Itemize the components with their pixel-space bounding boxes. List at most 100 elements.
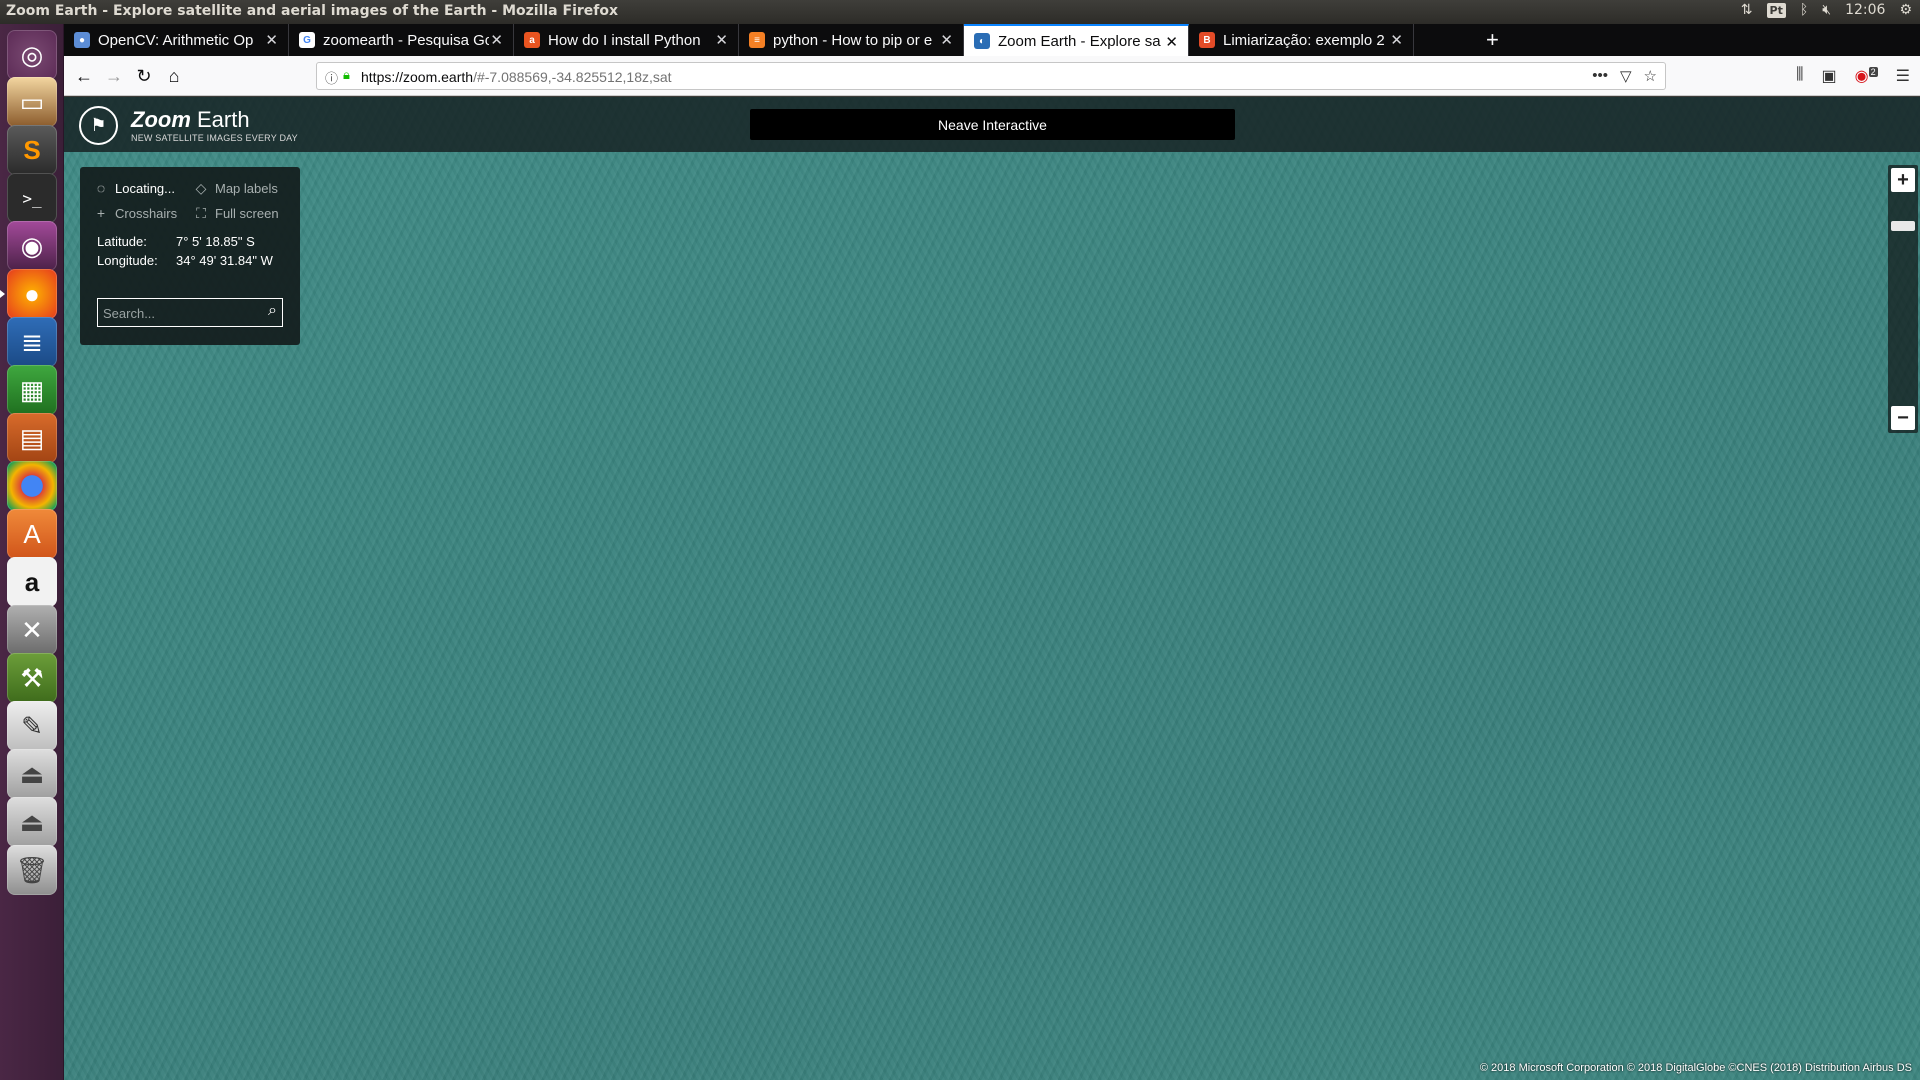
url-path: /#-7.088569,-34.825512,18z,sat <box>473 69 672 85</box>
tab-label: python - How to pip or e <box>773 31 933 49</box>
tab-stackoverflow[interactable]: ≡ python - How to pip or e ✕ <box>739 24 964 56</box>
sponsor-banner[interactable]: Neave Interactive <box>750 109 1235 140</box>
new-tab-plus-icon[interactable]: + <box>1486 27 1499 53</box>
tab-askubuntu[interactable]: a How do I install Python ✕ <box>514 24 739 56</box>
close-tab-icon[interactable]: ✕ <box>940 31 953 49</box>
askubuntu-icon: a <box>524 32 540 48</box>
latitude-label: Latitude: <box>97 234 147 249</box>
volume-muted-icon[interactable]: 🔇︎ <box>1822 2 1831 18</box>
tab-label: How do I install Python <box>548 31 701 49</box>
sidebar-icon[interactable]: ▣ <box>1822 66 1837 86</box>
search-icon[interactable]: ⌕ <box>268 302 277 320</box>
back-arrow-icon[interactable]: ← <box>72 64 96 88</box>
system-settings-icon[interactable]: ✕ <box>7 605 57 655</box>
navigation-toolbar: ← → ↻ ⌂ ⓘ 🔒︎ https://zoom.earth/#-7.0885… <box>64 56 1920 96</box>
search-input[interactable] <box>103 304 253 322</box>
app-launcher: ◎ ▭ S >_ ◉ ● ≣ ▦ ▤ A a ✕ ⚒ ✎ ⏏ ⏏ 🗑︎ <box>0 24 64 1080</box>
brand-italic: Zoom <box>131 107 191 132</box>
locate-button[interactable]: ◌ Locating... <box>93 180 175 196</box>
bookmark-star-icon[interactable]: ☆ <box>1644 67 1657 85</box>
url-text[interactable]: https://zoom.earth/#-7.088569,-34.825512… <box>361 69 672 85</box>
crosshairs-label: Crosshairs <box>115 205 178 221</box>
brand-rest: Earth <box>190 107 250 132</box>
writer-icon[interactable]: ≣ <box>7 317 57 367</box>
full-screen-label: Full screen <box>215 206 279 221</box>
tab-zoom-earth[interactable]: ◐ Zoom Earth - Explore sa ✕ <box>964 24 1189 56</box>
clock[interactable]: 12:06 <box>1845 2 1885 18</box>
extension-icon[interactable]: ◉ 2 <box>1855 66 1878 86</box>
close-tab-icon[interactable]: ✕ <box>490 31 503 49</box>
firefox-icon[interactable]: ● <box>0 269 57 319</box>
webcam-app-icon[interactable]: ◉ <box>7 221 57 271</box>
disk-drive-icon[interactable]: ⏏ <box>7 749 57 799</box>
tab-label: OpenCV: Arithmetic Op <box>98 31 254 49</box>
site-name[interactable]: Zoom Earth <box>131 107 250 133</box>
zoom-control: + − <box>1888 165 1918 433</box>
zoom-out-button[interactable]: − <box>1891 406 1915 430</box>
forward-arrow-icon[interactable]: → <box>102 64 126 88</box>
full-screen-button[interactable]: ⛶ Full screen <box>193 205 279 222</box>
map-control-panel: ◌ Locating... ◇ Map labels + Crosshairs … <box>80 167 300 345</box>
locate-label: Locating... <box>115 180 175 196</box>
page-actions-menu-icon[interactable]: ••• <box>1592 67 1608 85</box>
calc-icon[interactable]: ▦ <box>7 365 57 415</box>
expand-icon: ⛶ <box>196 205 206 221</box>
crosshairs-toggle[interactable]: + Crosshairs <box>93 205 177 221</box>
map-labels-label: Map labels <box>215 181 278 196</box>
hamburger-menu-icon[interactable]: ☰ <box>1896 66 1910 86</box>
dash-home-icon[interactable]: ◎ <box>7 30 57 80</box>
notification-badge: 2 <box>1868 66 1878 77</box>
chrome-icon[interactable] <box>7 461 57 511</box>
software-center-icon[interactable]: A <box>7 509 57 559</box>
amazon-icon[interactable]: a <box>7 557 57 607</box>
site-tagline: NEW SATELLITE IMAGES EVERY DAY <box>131 133 298 143</box>
pocket-icon[interactable]: ▽ <box>1620 67 1632 85</box>
search-box: ⌕ <box>97 298 283 327</box>
home-icon[interactable]: ⌂ <box>162 64 186 88</box>
tab-label: Limiarização: exemplo 2 <box>1223 31 1385 49</box>
info-icon[interactable]: ⓘ <box>325 68 338 87</box>
keyboard-layout-indicator[interactable]: Pt <box>1766 2 1786 18</box>
map-labels-toggle[interactable]: ◇ Map labels <box>193 180 278 197</box>
window-title: Zoom Earth - Explore satellite and aeria… <box>6 3 619 19</box>
close-tab-icon[interactable]: ✕ <box>715 31 728 49</box>
blogger-icon: B <box>1199 32 1215 48</box>
zoom-earth-map[interactable]: ⚑ Zoom Earth NEW SATELLITE IMAGES EVERY … <box>64 97 1920 1080</box>
impress-icon[interactable]: ▤ <box>7 413 57 463</box>
trash-icon[interactable]: 🗑︎ <box>7 845 57 895</box>
tab-bar: ● OpenCV: Arithmetic Op ✕ G zoomearth - … <box>64 24 1920 56</box>
library-icon[interactable]: ⫼ <box>1796 66 1803 86</box>
bluetooth-icon[interactable]: ᛒ <box>1800 2 1808 18</box>
android-studio-icon[interactable]: ⚒ <box>7 653 57 703</box>
url-host: https://zoom.earth <box>361 69 474 85</box>
close-tab-icon[interactable]: ✕ <box>1390 31 1403 49</box>
zoom-earth-logo-flag-icon[interactable]: ⚑ <box>79 106 118 145</box>
tag-icon: ◇ <box>195 180 207 196</box>
longitude-value: 34° 49' 31.84" W <box>176 253 273 268</box>
zoom-slider-handle[interactable] <box>1891 221 1915 231</box>
stackoverflow-icon: ≡ <box>749 32 765 48</box>
locating-spinner-icon: ◌ <box>96 180 106 196</box>
crosshairs-icon: + <box>96 205 106 221</box>
text-editor-icon[interactable]: ✎ <box>7 701 57 751</box>
close-tab-icon[interactable]: ✕ <box>1165 33 1178 51</box>
terminal-icon[interactable]: >_ <box>7 173 57 223</box>
tab-opencv[interactable]: ● OpenCV: Arithmetic Op ✕ <box>64 24 289 56</box>
system-tray: ⇅ Pt ᛒ 🔇︎ 12:06 ⚙ <box>1741 2 1912 18</box>
sublime-text-icon[interactable]: S <box>7 125 57 175</box>
url-bar[interactable]: ⓘ 🔒︎ https://zoom.earth/#-7.088569,-34.8… <box>316 62 1666 90</box>
longitude-label: Longitude: <box>97 253 158 268</box>
zoom-in-button[interactable]: + <box>1891 168 1915 192</box>
settings-gear-icon[interactable]: ⚙ <box>1899 2 1912 18</box>
reload-icon[interactable]: ↻ <box>132 64 156 88</box>
top-panel: Zoom Earth - Explore satellite and aeria… <box>0 0 1920 24</box>
lock-icon[interactable]: 🔒︎ <box>343 67 350 83</box>
close-tab-icon[interactable]: ✕ <box>265 31 278 49</box>
tab-label: Zoom Earth - Explore sa <box>998 32 1161 50</box>
tab-blogger[interactable]: B Limiarização: exemplo 2 ✕ <box>1189 24 1414 56</box>
tab-google-search[interactable]: G zoomearth - Pesquisa Go ✕ <box>289 24 514 56</box>
network-icon[interactable]: ⇅ <box>1741 2 1753 18</box>
files-icon[interactable]: ▭ <box>7 77 57 127</box>
disk-drive-icon-2[interactable]: ⏏ <box>7 797 57 847</box>
opencv-icon: ● <box>74 32 90 48</box>
